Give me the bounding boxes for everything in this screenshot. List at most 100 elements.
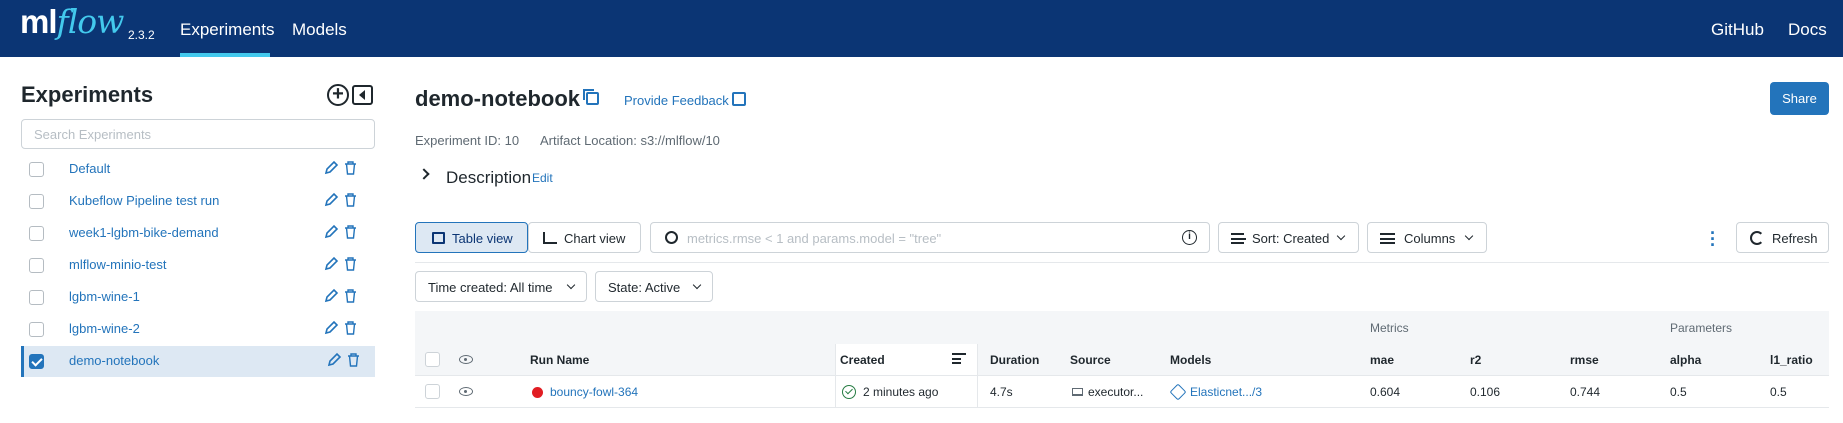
edit-icon[interactable] (326, 352, 342, 368)
trash-icon[interactable] (347, 353, 360, 367)
edit-icon[interactable] (323, 224, 339, 240)
runs-search-input[interactable]: metrics.rmse < 1 and params.model = "tre… (650, 222, 1210, 253)
edit-icon[interactable] (323, 256, 339, 272)
col-r2[interactable]: r2 (1470, 353, 1481, 367)
table-view-button[interactable]: Table view (415, 222, 528, 253)
visibility-icon[interactable] (459, 387, 473, 396)
experiment-name[interactable]: Kubeflow Pipeline test run (69, 193, 219, 208)
description-toggle[interactable]: Description (446, 168, 531, 188)
sidebar-experiment-item[interactable]: Default (21, 154, 375, 185)
col-rmse[interactable]: rmse (1570, 353, 1599, 367)
experiment-checkbox[interactable] (29, 322, 44, 337)
experiment-checkbox[interactable] (29, 226, 44, 241)
toolbar-divider (415, 262, 1829, 263)
experiment-checkbox[interactable] (29, 194, 44, 209)
select-all-checkbox[interactable] (425, 352, 440, 367)
sidebar-experiment-item[interactable]: mlflow-minio-test (21, 250, 375, 281)
share-button[interactable]: Share (1770, 82, 1829, 115)
nav-models[interactable]: Models (292, 20, 347, 40)
rmse-cell: 0.744 (1570, 385, 1601, 399)
trash-icon[interactable] (344, 161, 357, 175)
run-name-link[interactable]: bouncy-fowl-364 (550, 385, 638, 399)
experiment-name[interactable]: lgbm-wine-2 (69, 321, 140, 336)
created-cell: 2 minutes ago (863, 385, 939, 399)
columns-dropdown[interactable]: Columns (1367, 222, 1487, 253)
nav-experiments[interactable]: Experiments (180, 20, 274, 40)
sort-dropdown[interactable]: Sort: Created (1218, 222, 1359, 253)
collapse-sidebar-icon[interactable] (352, 85, 373, 105)
laptop-icon (1072, 388, 1083, 396)
duration-cell: 4.7s (990, 385, 1013, 399)
col-models[interactable]: Models (1170, 353, 1211, 367)
chart-view-button[interactable]: Chart view (528, 222, 641, 253)
row-checkbox[interactable] (425, 384, 440, 399)
trash-icon[interactable] (344, 225, 357, 239)
nav-github[interactable]: GitHub (1711, 20, 1764, 40)
info-icon[interactable]: i (1182, 230, 1197, 245)
search-icon (665, 231, 678, 244)
sidebar-experiment-item[interactable]: lgbm-wine-1 (21, 282, 375, 313)
description-edit-link[interactable]: Edit (532, 171, 553, 185)
edit-icon[interactable] (323, 288, 339, 304)
sidebar-title: Experiments (21, 82, 154, 107)
time-created-filter[interactable]: Time created: All time (415, 271, 587, 302)
sidebar-experiment-item[interactable]: demo-notebook (21, 346, 375, 377)
col-l1-ratio[interactable]: l1_ratio (1770, 353, 1813, 367)
copy-icon[interactable] (583, 89, 599, 105)
col-run-name[interactable]: Run Name (530, 353, 589, 367)
col-created[interactable]: Created (840, 353, 885, 367)
experiment-name[interactable]: week1-lgbm-bike-demand (69, 225, 219, 240)
columns-icon (1380, 233, 1395, 244)
nav-docs[interactable]: Docs (1788, 20, 1827, 40)
provide-feedback-link[interactable]: Provide Feedback (624, 93, 729, 108)
experiment-name[interactable]: demo-notebook (69, 353, 159, 368)
sidebar-experiment-item[interactable]: week1-lgbm-bike-demand (21, 218, 375, 249)
col-alpha[interactable]: alpha (1670, 353, 1701, 367)
refresh-icon (1750, 231, 1764, 245)
alpha-cell: 0.5 (1670, 385, 1687, 399)
experiment-search-input[interactable]: Search Experiments (21, 119, 375, 149)
edit-icon[interactable] (323, 160, 339, 176)
chevron-right-icon[interactable] (418, 168, 430, 180)
r2-cell: 0.106 (1470, 385, 1501, 399)
table-row[interactable]: bouncy-fowl-364 2 minutes ago 4.7s execu… (415, 376, 1829, 408)
trash-icon[interactable] (344, 257, 357, 271)
sidebar-experiment-item[interactable]: lgbm-wine-2 (21, 314, 375, 345)
chevron-down-icon (692, 280, 702, 290)
chevron-down-icon (566, 280, 576, 290)
mae-cell: 0.604 (1370, 385, 1401, 399)
visibility-icon[interactable] (459, 355, 473, 364)
table-icon (432, 232, 445, 244)
add-experiment-icon[interactable]: + (327, 84, 349, 106)
sort-desc-icon[interactable] (952, 353, 966, 365)
sidebar-experiment-item[interactable]: Kubeflow Pipeline test run (21, 186, 375, 217)
chevron-down-icon (1464, 231, 1474, 241)
l1-ratio-cell: 0.5 (1770, 385, 1787, 399)
trash-icon[interactable] (344, 193, 357, 207)
experiment-checkbox[interactable] (29, 290, 44, 305)
trash-icon[interactable] (344, 289, 357, 303)
chevron-down-icon (1336, 231, 1346, 241)
experiment-checkbox[interactable] (29, 354, 44, 369)
refresh-button[interactable]: Refresh (1736, 222, 1829, 253)
experiment-checkbox[interactable] (29, 162, 44, 177)
model-link[interactable]: Elasticnet.../3 (1190, 385, 1262, 399)
chart-icon (543, 232, 557, 244)
model-icon (1169, 383, 1187, 401)
experiment-name[interactable]: Default (69, 161, 110, 176)
experiment-name[interactable]: mlflow-minio-test (69, 257, 167, 272)
edit-icon[interactable] (323, 320, 339, 336)
metrics-group-label: Metrics (1370, 321, 1409, 335)
mlflow-logo[interactable]: mlflow (20, 2, 124, 41)
trash-icon[interactable] (344, 321, 357, 335)
col-duration[interactable]: Duration (990, 353, 1039, 367)
experiment-name[interactable]: lgbm-wine-1 (69, 289, 140, 304)
state-filter[interactable]: State: Active (595, 271, 713, 302)
experiment-checkbox[interactable] (29, 258, 44, 273)
more-options-icon[interactable]: · · · (1710, 224, 1716, 254)
col-source[interactable]: Source (1070, 353, 1111, 367)
col-mae[interactable]: mae (1370, 353, 1394, 367)
external-link-icon[interactable] (732, 92, 746, 106)
source-cell[interactable]: executor... (1088, 385, 1143, 399)
edit-icon[interactable] (323, 192, 339, 208)
